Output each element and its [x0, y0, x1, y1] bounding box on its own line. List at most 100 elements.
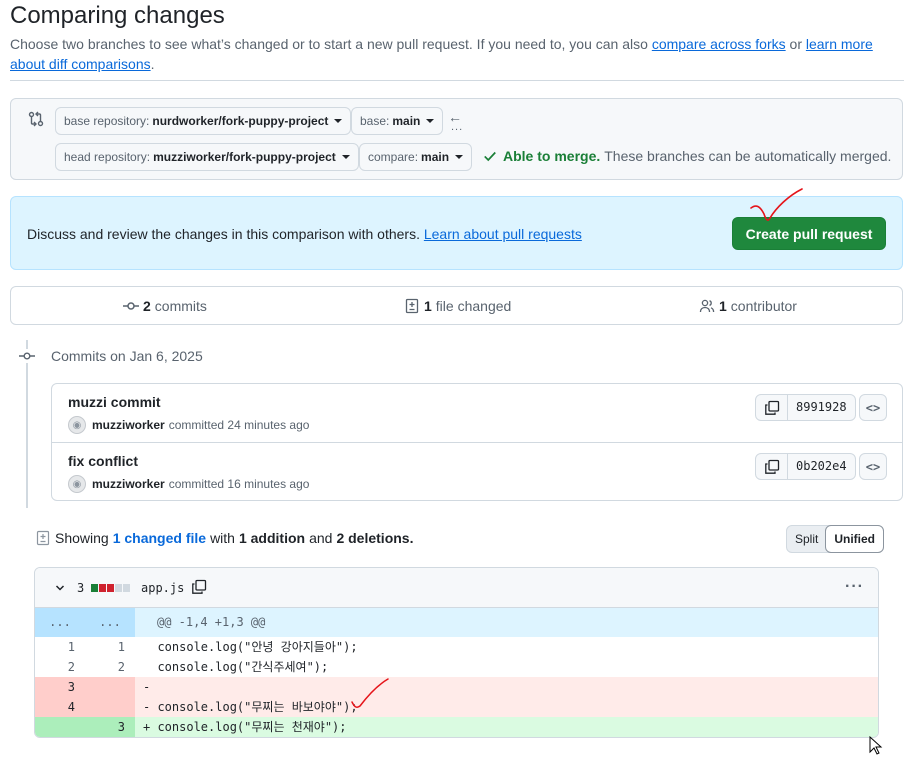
commit-icon: [18, 349, 36, 363]
divider: [10, 80, 904, 81]
changed-file-link[interactable]: 1 changed file: [113, 530, 206, 546]
people-icon: [699, 299, 715, 313]
diff-file: 3 app.js ··· ... ... @@ -1,4 +1,3 @@ 1 1…: [34, 567, 879, 738]
contributors-count: 1: [719, 298, 727, 314]
kebab-icon[interactable]: ···: [845, 578, 864, 596]
copy-icon[interactable]: [756, 454, 788, 479]
commit-sha[interactable]: 0b202e4: [788, 454, 855, 479]
old-line-number[interactable]: 2: [35, 657, 85, 677]
commit-time: 16 minutes ago: [227, 477, 310, 491]
unified-view-button[interactable]: Unified: [825, 525, 885, 553]
compare-branch-select[interactable]: compare: main: [359, 143, 473, 171]
base-value: main: [392, 114, 421, 128]
diffstat-blocks: [91, 584, 130, 592]
commit-sha[interactable]: 8991928: [788, 395, 855, 420]
diff-line-deleted: 4 - console.log("무찌는 바보야야");: [35, 697, 878, 717]
diff-line: 1 1 console.log("안녕 강아지들아");: [35, 637, 878, 657]
commit-action: committed: [168, 418, 225, 432]
showing-label: Showing: [55, 530, 109, 546]
diff-line: 2 2 console.log("간식주세여");: [35, 657, 878, 677]
split-view-button[interactable]: Split: [787, 526, 826, 552]
commits-label: commits: [154, 298, 207, 314]
cursor-icon: [869, 736, 883, 755]
line-code: -: [135, 677, 878, 697]
hunk-text: @@ -1,4 +1,3 @@: [157, 615, 266, 629]
diff-filename[interactable]: app.js: [141, 581, 184, 595]
browse-code-button[interactable]: <>: [859, 453, 887, 480]
sha-group: 8991928: [755, 394, 856, 421]
diff-line-added: 3 + console.log("무찌는 천재야");: [35, 717, 878, 737]
caret-down-icon: [455, 155, 464, 159]
base-label: base:: [360, 114, 390, 128]
compare-forks-link[interactable]: compare across forks: [652, 36, 786, 52]
discuss-message: Discuss and review the changes in this c…: [27, 226, 420, 242]
avatar-icon[interactable]: ◉: [68, 475, 86, 493]
commits-date-heading: Commits on Jan 6, 2025: [51, 348, 203, 364]
head-repo-label: head repository:: [64, 150, 151, 164]
caret-down-icon: [426, 119, 435, 123]
contributors-stat[interactable]: 1 contributor: [699, 298, 797, 314]
commits-stat[interactable]: 2 commits: [123, 298, 207, 314]
files-stat[interactable]: 1 file changed: [404, 298, 511, 314]
contributors-label: contributor: [730, 298, 797, 314]
files-count: 1: [424, 298, 432, 314]
stats-bar: 2 commits 1 file changed 1 contributor: [10, 286, 903, 325]
commit-meta: ◉ muzziworker committed 16 minutes ago: [68, 475, 309, 493]
commit-title[interactable]: muzzi commit: [68, 394, 161, 410]
base-repository-select[interactable]: base repository: nurdworker/fork-puppy-p…: [55, 107, 352, 135]
base-branch-select[interactable]: base: main: [351, 107, 444, 135]
subtitle-text: Choose two branches to see what’s change…: [10, 36, 648, 52]
new-line-number[interactable]: 1: [85, 637, 135, 657]
page-subtitle: Choose two branches to see what’s change…: [10, 34, 890, 74]
swap-dots: ...: [451, 121, 464, 133]
base-repo-value: nurdworker/fork-puppy-project: [152, 114, 329, 128]
browse-code-button[interactable]: <>: [859, 394, 887, 421]
files-label: file changed: [435, 298, 512, 314]
copy-icon[interactable]: [191, 579, 207, 595]
expand-up-button[interactable]: ...: [35, 608, 85, 637]
commit-action: committed: [168, 477, 225, 491]
commits-count: 2: [143, 298, 151, 314]
old-line-number[interactable]: 1: [35, 637, 85, 657]
change-count: 3: [77, 581, 85, 595]
old-line-number[interactable]: [35, 717, 85, 737]
compare-label: compare:: [368, 150, 419, 164]
with-label: with: [210, 530, 235, 546]
caret-down-icon: [334, 119, 343, 123]
new-line-number[interactable]: [85, 677, 135, 697]
caret-down-icon: [341, 155, 350, 159]
old-line-number[interactable]: 3: [35, 677, 85, 697]
head-repo-value: muzziworker/fork-puppy-project: [153, 150, 336, 164]
learn-pr-link[interactable]: Learn about pull requests: [424, 226, 582, 242]
head-repository-select[interactable]: head repository: muzziworker/fork-puppy-…: [55, 143, 359, 171]
hunk-header: ... ... @@ -1,4 +1,3 @@: [35, 608, 878, 637]
avatar-icon[interactable]: ◉: [68, 416, 86, 434]
subtitle-or: or: [789, 36, 802, 52]
additions-count: 1 addition: [238, 530, 306, 546]
check-icon: [484, 151, 496, 162]
deletions-count: 2 deletions.: [336, 530, 414, 546]
diff-view-toggle: Split Unified: [786, 525, 885, 553]
merge-ok-text: Able to merge.: [503, 148, 601, 164]
timeline-line: [26, 340, 28, 508]
commit-author[interactable]: muzziworker: [92, 477, 165, 491]
compare-value: main: [421, 150, 450, 164]
commit-author[interactable]: muzziworker: [92, 418, 165, 432]
line-code: console.log("간식주세여");: [143, 660, 329, 674]
commit-title[interactable]: fix conflict: [68, 453, 138, 469]
copy-icon[interactable]: [756, 395, 788, 420]
commit-row: fix conflict ◉ muzziworker committed 16 …: [52, 442, 902, 500]
new-line-number[interactable]: [85, 697, 135, 717]
page-title: Comparing changes: [10, 2, 225, 29]
new-line-number[interactable]: 2: [85, 657, 135, 677]
commit-icon: [123, 302, 139, 310]
old-line-number[interactable]: 4: [35, 697, 85, 717]
expand-down-button[interactable]: ...: [85, 608, 135, 637]
new-line-number[interactable]: 3: [85, 717, 135, 737]
range-editor: base repository: nurdworker/fork-puppy-p…: [10, 98, 903, 180]
diff-line-deleted: 3 -: [35, 677, 878, 697]
create-pull-request-button[interactable]: Create pull request: [732, 217, 886, 250]
discuss-banner: Discuss and review the changes in this c…: [10, 196, 903, 270]
chevron-down-icon[interactable]: [55, 583, 65, 593]
line-code: - console.log("무찌는 바보야야");: [135, 697, 878, 717]
